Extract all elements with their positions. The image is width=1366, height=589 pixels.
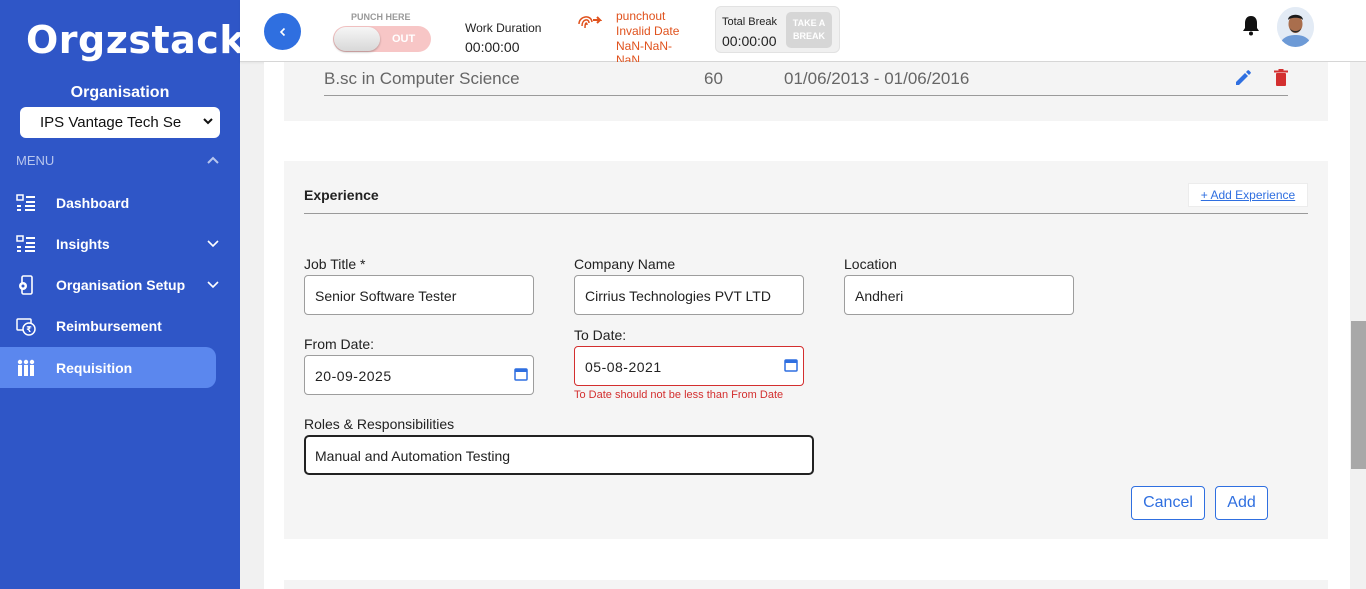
experience-header: Experience + Add Experience (304, 161, 1308, 214)
company-name-input[interactable]: Cirrius Technologies PVT LTD (574, 275, 804, 315)
total-break-box: Total Break 00:00:00 TAKE A BREAK (715, 6, 840, 53)
chevron-down-icon (207, 280, 219, 288)
sidebar-item-label: Dashboard (56, 194, 130, 211)
punch-toggle-label: OUT (392, 33, 416, 45)
take-break-button[interactable]: TAKE A BREAK (786, 12, 832, 48)
from-date-label: From Date: (304, 336, 375, 352)
calendar-icon[interactable] (784, 358, 798, 372)
back-button[interactable] (264, 13, 301, 50)
location-label: Location (844, 256, 897, 272)
cancel-button[interactable]: Cancel (1131, 486, 1205, 520)
take-break-label: BREAK (792, 31, 825, 41)
bell-icon[interactable] (1241, 14, 1261, 36)
punch-toggle-knob (334, 27, 380, 51)
scrollbar-thumb[interactable] (1351, 321, 1366, 469)
money-shield-icon: ₹ (16, 317, 36, 336)
take-break-label: TAKE A (792, 18, 826, 28)
to-date-input[interactable]: 05-08-2021 (574, 346, 804, 386)
experience-card: Experience + Add Experience Job Title * … (284, 161, 1328, 539)
list-icon (16, 234, 35, 252)
sidebar-item-label: Reimbursement (56, 317, 162, 334)
punch-here-label: PUNCH HERE (351, 12, 411, 22)
punch-toggle[interactable]: OUT (333, 26, 431, 52)
work-duration-label: Work Duration (465, 21, 542, 35)
menu-header: MENU (16, 153, 55, 168)
device-gear-icon (19, 274, 33, 295)
chevron-down-icon (203, 118, 213, 125)
organisation-select[interactable]: IPS Vantage Tech Se (20, 107, 220, 138)
avatar[interactable] (1277, 7, 1314, 47)
add-experience-link[interactable]: + Add Experience (1188, 183, 1308, 207)
chevron-left-icon (279, 28, 285, 37)
company-name-label: Company Name (574, 256, 676, 272)
sidebar: Orgzstack Organisation IPS Vantage Tech … (0, 0, 245, 589)
top-bar: PUNCH HERE OUT Work Duration 00:00:00 pu… (240, 0, 1366, 66)
sidebar-item-reimbursement[interactable]: ₹ Reimbursement (0, 305, 216, 346)
from-date-value: 20-09-2025 (315, 368, 392, 384)
calendar-icon[interactable] (514, 367, 528, 381)
chevron-up-icon[interactable] (206, 155, 220, 165)
location-input[interactable]: Andheri (844, 275, 1074, 315)
sidebar-item-label: Requisition (56, 359, 133, 376)
organisation-select-value: IPS Vantage Tech Se (40, 114, 182, 131)
education-degree: B.sc in Computer Science (324, 69, 520, 88)
work-duration-value: 00:00:00 (465, 39, 520, 55)
to-date-value: 05-08-2021 (585, 359, 662, 375)
fingerprint-icon (578, 16, 602, 29)
education-row: B.sc in Computer Science 60 01/06/2013 -… (324, 62, 1288, 96)
job-title-label: Job Title * (304, 256, 366, 272)
punch-status: punchout Invalid Date NaN-NaN- NaN (616, 9, 688, 66)
punch-status-line: punchout (616, 9, 666, 23)
punch-status-line: NaN-NaN- (616, 39, 673, 53)
user-avatar-icon (1277, 7, 1314, 47)
sidebar-item-insights[interactable]: Insights (0, 223, 219, 264)
trash-icon[interactable] (1274, 69, 1288, 86)
from-date-input[interactable]: 20-09-2025 (304, 355, 534, 395)
add-button[interactable]: Add (1215, 486, 1268, 520)
education-score: 60 (704, 69, 723, 88)
punch-status-line: Invalid Date (616, 24, 680, 38)
job-title-input[interactable]: Senior Software Tester (304, 275, 534, 315)
to-date-error: To Date should not be less than From Dat… (574, 389, 784, 401)
list-icon (16, 193, 35, 211)
roles-input[interactable]: Manual and Automation Testing (304, 435, 814, 475)
sidebar-item-organisation-setup[interactable]: Organisation Setup (0, 264, 219, 305)
roles-label: Roles & Responsibilities (304, 416, 455, 432)
to-date-label: To Date: (574, 327, 627, 343)
total-break-label: Total Break (722, 16, 778, 28)
next-section (284, 580, 1328, 589)
education-card: B.sc in Computer Science 60 01/06/2013 -… (284, 62, 1328, 121)
orgzstack-logo[interactable]: Orgzstack (26, 18, 245, 62)
sidebar-item-requisition[interactable]: Requisition (0, 347, 216, 388)
experience-title: Experience (304, 187, 379, 203)
sidebar-item-dashboard[interactable]: Dashboard (0, 182, 216, 223)
chevron-down-icon (207, 239, 219, 247)
sidebar-item-label: Organisation Setup (56, 276, 186, 293)
sidebar-item-label: Insights (56, 235, 110, 252)
education-dates: 01/06/2013 - 01/06/2016 (784, 69, 970, 88)
people-icon (17, 359, 35, 376)
pencil-icon[interactable] (1234, 69, 1252, 87)
total-break-value: 00:00:00 (722, 33, 777, 49)
organisation-label: Organisation (70, 84, 170, 101)
svg-text:₹: ₹ (26, 325, 32, 334)
main-content: B.sc in Computer Science 60 01/06/2013 -… (264, 62, 1350, 589)
